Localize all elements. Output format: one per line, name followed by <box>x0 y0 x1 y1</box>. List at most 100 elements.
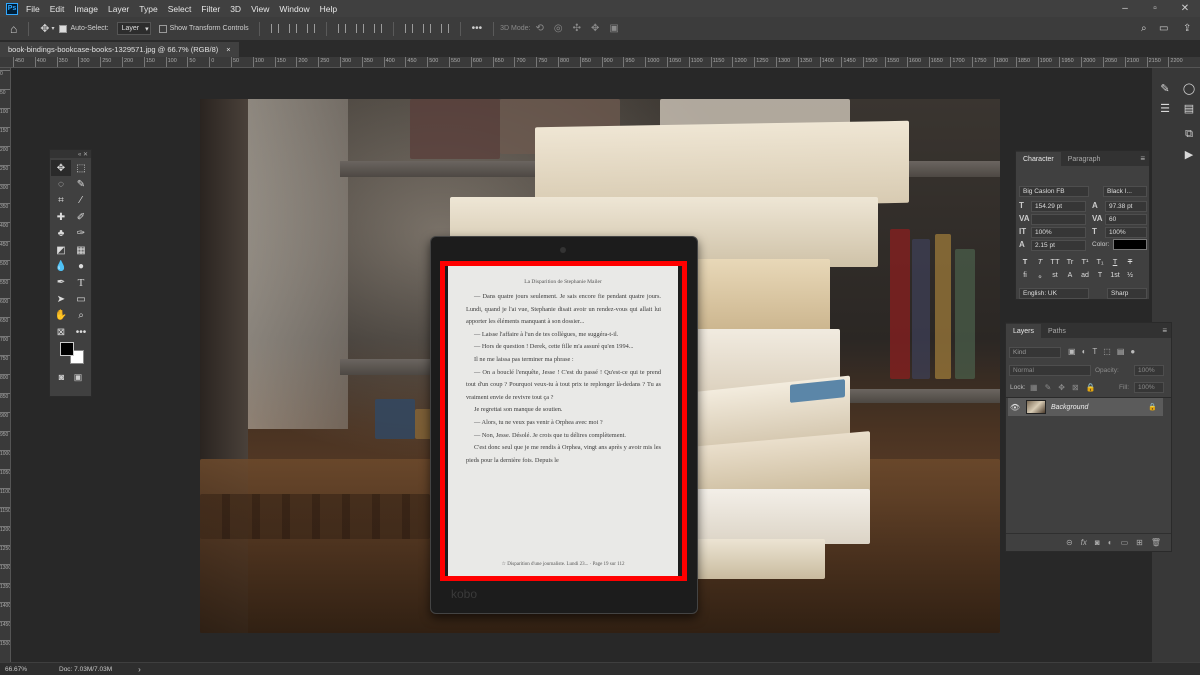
rectangle-tool-icon[interactable]: ▭ <box>71 291 91 307</box>
lock-all-icon[interactable]: 🔒 <box>1086 383 1096 392</box>
align-middle-icon[interactable] <box>355 24 364 33</box>
leading-field[interactable]: 97.38 pt <box>1105 201 1147 212</box>
screen-mode-icon[interactable]: ▣ <box>74 372 83 383</box>
menu-view[interactable]: View <box>251 4 269 14</box>
menu-window[interactable]: Window <box>279 4 309 14</box>
panel-menu-icon[interactable]: ≡ <box>1140 154 1145 163</box>
filter-pixel-icon[interactable]: ▣ <box>1068 347 1076 356</box>
vertical-scale-field[interactable]: 100% <box>1031 227 1086 238</box>
align-right-icon[interactable] <box>306 24 315 33</box>
move-tool-icon[interactable]: ✥ <box>51 160 71 177</box>
menu-layer[interactable]: Layer <box>108 4 129 14</box>
swash-button[interactable]: A <box>1064 272 1076 283</box>
zoom-level[interactable]: 66.67% <box>5 666 45 673</box>
history-brush-icon[interactable]: ✑ <box>71 226 91 242</box>
menu-edit[interactable]: Edit <box>50 4 65 14</box>
contextual-alt-button[interactable]: ℴ <box>1034 272 1046 283</box>
status-menu-arrow[interactable]: › <box>138 665 141 674</box>
tab-paths[interactable]: Paths <box>1041 324 1073 338</box>
gradient-tool-icon[interactable]: ▦ <box>71 242 91 258</box>
distribute-icon[interactable] <box>440 24 449 33</box>
delete-layer-icon[interactable]: 🗑 <box>1151 538 1161 547</box>
tab-character[interactable]: Character <box>1016 152 1061 166</box>
auto-select-target-dropdown[interactable]: Layer ▾ <box>116 22 151 35</box>
horizontal-scale-field[interactable]: 100% <box>1105 227 1147 238</box>
filter-type-icon[interactable]: T <box>1092 347 1097 356</box>
foreground-color-swatch[interactable] <box>60 342 74 357</box>
baseline-shift-field[interactable]: 2.15 pt <box>1031 240 1086 251</box>
discretionary-ligature-button[interactable]: st <box>1049 272 1061 283</box>
adjustments-icon[interactable]: ☰ <box>1156 100 1174 116</box>
search-icon[interactable]: ⌕ <box>1141 23 1147 34</box>
eraser-tool-icon[interactable]: ◩ <box>51 242 71 258</box>
new-layer-icon[interactable]: ⊞ <box>1136 538 1143 547</box>
more-tools-icon[interactable]: ••• <box>71 324 91 340</box>
language-dropdown[interactable]: English: UK <box>1019 288 1089 299</box>
brush-settings-icon[interactable]: ✎ <box>1156 80 1174 96</box>
play-action-icon[interactable]: ▶ <box>1180 146 1198 162</box>
fx-icon[interactable]: fx <box>1081 538 1087 547</box>
3d-scale-icon[interactable]: ▣ <box>609 23 618 34</box>
opacity-field[interactable]: 100% <box>1134 365 1164 376</box>
ordinals-button[interactable]: 1st <box>1109 272 1121 283</box>
marquee-tool-icon[interactable]: ⬚ <box>71 160 91 176</box>
superscript-button[interactable]: T¹ <box>1079 257 1091 268</box>
fill-field[interactable]: 100% <box>1134 382 1164 393</box>
filter-adjustment-icon[interactable]: ◐ <box>1082 347 1087 356</box>
chevron-down-icon[interactable]: ▾ <box>51 25 54 32</box>
menu-image[interactable]: Image <box>74 4 98 14</box>
font-size-field[interactable]: 154.29 pt <box>1031 201 1086 212</box>
kerning-field[interactable] <box>1031 214 1086 225</box>
subscript-button[interactable]: T₁ <box>1094 257 1106 268</box>
learn-icon[interactable]: ◯ <box>1180 80 1198 96</box>
layer-filter-dropdown[interactable]: Kind <box>1009 347 1061 358</box>
lock-artboard-icon[interactable]: ⊠ <box>1072 383 1079 392</box>
pen-tool-icon[interactable]: ✒ <box>51 275 71 291</box>
minimize-icon[interactable]: – <box>1110 0 1140 17</box>
lock-pixels-icon[interactable]: ✎ <box>1045 383 1052 392</box>
menu-file[interactable]: File <box>26 4 40 14</box>
font-family-dropdown[interactable]: Big Caslon FB <box>1019 186 1089 197</box>
ligature-button[interactable]: fi <box>1019 272 1031 283</box>
close-tab-icon[interactable]: × <box>226 45 230 54</box>
quick-mask-icon[interactable]: ◙ <box>59 372 64 383</box>
auto-select-checkbox[interactable] <box>59 24 68 33</box>
frame-tool-icon[interactable]: ⊠ <box>51 324 71 340</box>
tab-paragraph[interactable]: Paragraph <box>1061 152 1108 166</box>
toolbox-header[interactable]: « ✕ <box>50 150 91 158</box>
distribute-icon[interactable] <box>422 24 431 33</box>
3d-orbit-icon[interactable]: ⟲ <box>535 23 543 34</box>
clone-stamp-icon[interactable]: ♣ <box>51 226 71 242</box>
visibility-eye-icon[interactable]: 👁 <box>1008 403 1022 412</box>
align-left-icon[interactable] <box>270 24 279 33</box>
libraries-icon[interactable]: ▤ <box>1180 100 1198 116</box>
home-icon[interactable]: ⌂ <box>10 22 17 36</box>
eyedropper-tool-icon[interactable]: ⁄ <box>71 193 91 209</box>
text-color-swatch[interactable] <box>1113 239 1147 250</box>
faux-bold-button[interactable]: T <box>1019 257 1031 268</box>
lock-position-icon[interactable]: ✥ <box>1058 383 1065 392</box>
document-tab[interactable]: book-bindings-bookcase-books-1329571.jpg… <box>0 42 239 57</box>
dodge-tool-icon[interactable]: ● <box>71 258 91 274</box>
lock-transparency-icon[interactable]: ▦ <box>1030 383 1038 392</box>
distribute-icon[interactable] <box>404 24 413 33</box>
strikethrough-button[interactable]: T <box>1124 257 1136 268</box>
new-group-icon[interactable]: ▭ <box>1121 538 1129 547</box>
tab-layers[interactable]: Layers <box>1006 324 1042 338</box>
blend-mode-dropdown[interactable]: Normal <box>1009 365 1091 376</box>
menu-help[interactable]: Help <box>320 4 337 14</box>
crop-tool-icon[interactable]: ⌗ <box>51 193 71 209</box>
menu-select[interactable]: Select <box>168 4 192 14</box>
3d-slide-icon[interactable]: ✥ <box>591 23 599 34</box>
filter-toggle-icon[interactable]: ● <box>1130 347 1135 356</box>
workspace-icon[interactable]: ▭ <box>1159 23 1168 34</box>
menu-3d[interactable]: 3D <box>230 4 241 14</box>
filter-smart-icon[interactable]: ▤ <box>1117 347 1125 356</box>
stylistic-alt-button[interactable]: ad <box>1079 272 1091 283</box>
tracking-field[interactable]: 60 <box>1105 214 1147 225</box>
type-tool-icon[interactable]: T <box>71 275 91 291</box>
layer-row[interactable]: 👁 Background 🔒 <box>1008 398 1163 416</box>
titling-alt-button[interactable]: T <box>1094 272 1106 283</box>
font-style-dropdown[interactable]: Black I... <box>1103 186 1147 197</box>
healing-brush-icon[interactable]: ✚ <box>51 209 71 225</box>
